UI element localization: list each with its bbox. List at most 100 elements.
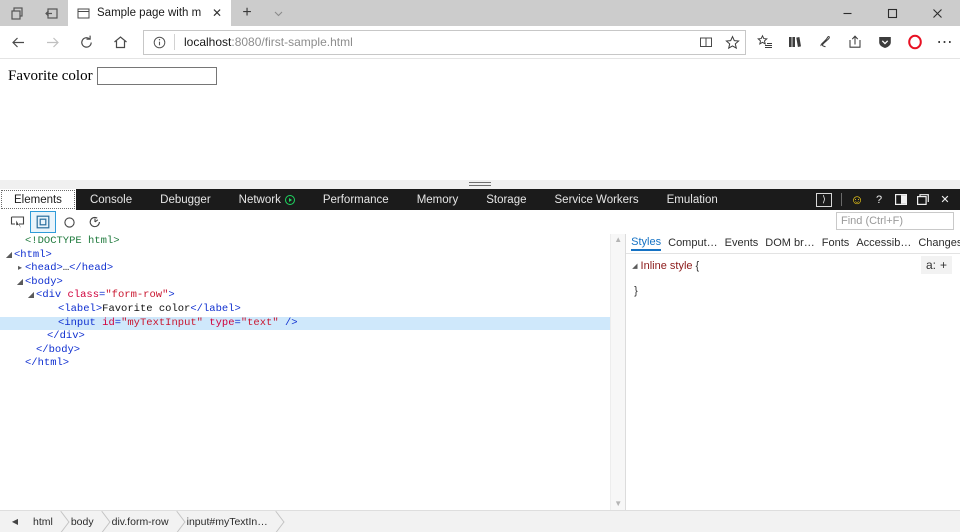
reading-view-icon[interactable]	[693, 31, 719, 54]
tab-service-workers[interactable]: Service Workers	[541, 189, 653, 210]
record-icon[interactable]	[284, 194, 295, 205]
forward-button[interactable]	[36, 26, 68, 58]
new-tab-button[interactable]: +	[231, 0, 263, 26]
rule-name: Inline style	[640, 260, 693, 272]
toggle-pseudo-button[interactable]: a:	[926, 258, 936, 272]
tab-network[interactable]: Network	[225, 189, 309, 210]
close-button[interactable]	[915, 0, 960, 26]
tab-strip: Sample page with missi ✕ +	[0, 0, 960, 26]
breadcrumb-item-html[interactable]: html	[24, 511, 62, 532]
send-feedback-button[interactable]: ☺	[846, 189, 868, 210]
shield-icon[interactable]	[870, 26, 900, 58]
square-in-square-icon[interactable]	[30, 211, 56, 233]
maximize-button[interactable]	[870, 0, 915, 26]
styles-tab-fonts[interactable]: Fonts	[822, 237, 850, 250]
dom-node-row[interactable]: </div>	[0, 330, 610, 344]
add-rule-button[interactable]: +	[940, 258, 947, 272]
dom-scrollbar[interactable]: ▲ ▼	[610, 234, 626, 510]
inline-style-rule[interactable]: ◢ Inline style {	[632, 260, 960, 272]
dom-token-doct: <!DOCTYPE html>	[25, 235, 120, 247]
clock-icon[interactable]	[82, 211, 108, 233]
form-row: Favorite color	[0, 59, 960, 85]
breadcrumb-item-body[interactable]: body	[62, 511, 103, 532]
favorite-color-input[interactable]	[96, 67, 217, 85]
address-bar[interactable]: localhost:8080/first-sample.html	[143, 29, 746, 55]
opera-icon[interactable]	[900, 26, 930, 58]
home-button[interactable]	[104, 26, 136, 58]
tab-console[interactable]: Console	[76, 189, 146, 210]
dom-token-tag: div	[42, 289, 62, 302]
styles-tab-accessib[interactable]: Accessib…	[856, 237, 911, 250]
styles-tab-dombr[interactable]: DOM br…	[765, 237, 815, 250]
share-icon[interactable]	[840, 26, 870, 58]
tab-service-workers-label: Service Workers	[554, 193, 639, 206]
styles-tab-comput[interactable]: Comput…	[668, 237, 718, 250]
rule-twisty-icon[interactable]: ◢	[632, 262, 637, 270]
info-icon[interactable]	[144, 31, 174, 54]
restore-tabs-icon[interactable]	[34, 0, 68, 26]
twisty-open-icon[interactable]	[4, 249, 14, 263]
twisty-closed-icon[interactable]	[15, 262, 25, 276]
styles-tabbar: Styles Comput… Events DOM br… Fonts Accessib……	[626, 234, 960, 254]
ellipsis-icon[interactable]: ⋯	[930, 26, 960, 58]
dock-side-button[interactable]	[890, 189, 912, 210]
dom-node-row[interactable]: <input id="myTextInput" type="text" />	[0, 316, 611, 331]
close-devtools-button[interactable]: ✕	[934, 189, 956, 210]
dom-node-row[interactable]: </body>	[0, 344, 610, 358]
styles-tab-events[interactable]: Events	[725, 237, 759, 250]
address-host: localhost	[184, 35, 232, 49]
twisty-open-icon[interactable]	[15, 276, 25, 290]
tab-title: Sample page with missi	[97, 7, 202, 19]
tab-storage[interactable]: Storage	[472, 189, 540, 210]
circle-icon[interactable]	[56, 211, 82, 233]
styles-tab-changes[interactable]: Changes	[918, 237, 960, 250]
favorite-star-icon[interactable]	[719, 31, 745, 54]
tab-console-label: Console	[89, 193, 133, 206]
toggle-console-button[interactable]: ⟩	[816, 192, 832, 207]
dom-pane: <!DOCTYPE html><html><head>…</head><body…	[0, 234, 626, 510]
page-icon	[77, 7, 90, 20]
pen-icon[interactable]	[810, 26, 840, 58]
minimize-button[interactable]	[825, 0, 870, 26]
set-tabs-aside-icon[interactable]	[0, 0, 34, 26]
pointer-icon[interactable]	[4, 211, 30, 233]
find-input[interactable]: Find (Ctrl+F)	[836, 212, 954, 230]
dom-node-row[interactable]: <label>Favorite color</label>	[0, 303, 610, 317]
tab-elements[interactable]: Elements	[0, 189, 76, 210]
tab-emulation[interactable]: Emulation	[653, 189, 732, 210]
breadcrumb-item-div[interactable]: div.form-row	[103, 511, 178, 532]
back-button[interactable]	[2, 26, 34, 58]
dom-token-tag: </label>	[190, 302, 241, 315]
tab-memory[interactable]: Memory	[403, 189, 473, 210]
tab-performance[interactable]: Performance	[309, 189, 403, 210]
tab-debugger[interactable]: Debugger	[146, 189, 225, 210]
dom-tree[interactable]: <!DOCTYPE html><html><head>…</head><body…	[0, 234, 611, 510]
undock-button[interactable]	[912, 189, 934, 210]
dom-token-punct: />	[278, 316, 298, 329]
books-icon[interactable]	[780, 26, 810, 58]
rule-close-brace: }	[634, 285, 638, 297]
help-button[interactable]: ?	[868, 189, 890, 210]
dom-token-tag: <html>	[14, 248, 52, 261]
scroll-up-arrow[interactable]: ▲	[614, 236, 622, 244]
dom-node-row[interactable]: <html>	[0, 249, 610, 263]
scroll-down-arrow[interactable]: ▼	[614, 500, 622, 508]
tab-close-button[interactable]: ✕	[209, 5, 225, 21]
refresh-button[interactable]	[70, 26, 102, 58]
dom-node-row[interactable]: <!DOCTYPE html>	[0, 235, 610, 249]
dom-node-row[interactable]: <head>…</head>	[0, 262, 610, 276]
dom-token-attr: type	[209, 316, 235, 329]
twisty-open-icon[interactable]	[26, 289, 36, 303]
styles-pane: Styles Comput… Events DOM br… Fonts Accessib……	[626, 234, 960, 510]
dom-node-row[interactable]: </html>	[0, 357, 610, 371]
devtools-splitter[interactable]	[0, 180, 960, 189]
styles-tab-styles[interactable]: Styles	[631, 236, 662, 251]
breadcrumb-back-icon[interactable]: ◀	[6, 517, 24, 526]
chevron-down-icon[interactable]	[263, 0, 293, 26]
breadcrumb-item-input[interactable]: input#myTextIn…	[178, 511, 277, 532]
dom-node-row[interactable]: <div class="form-row">	[0, 289, 610, 303]
browser-tab[interactable]: Sample page with missi ✕	[68, 0, 231, 26]
dom-node-row[interactable]: <body>	[0, 276, 610, 290]
window-controls	[825, 0, 960, 26]
add-to-favorites-icon[interactable]	[750, 26, 780, 58]
